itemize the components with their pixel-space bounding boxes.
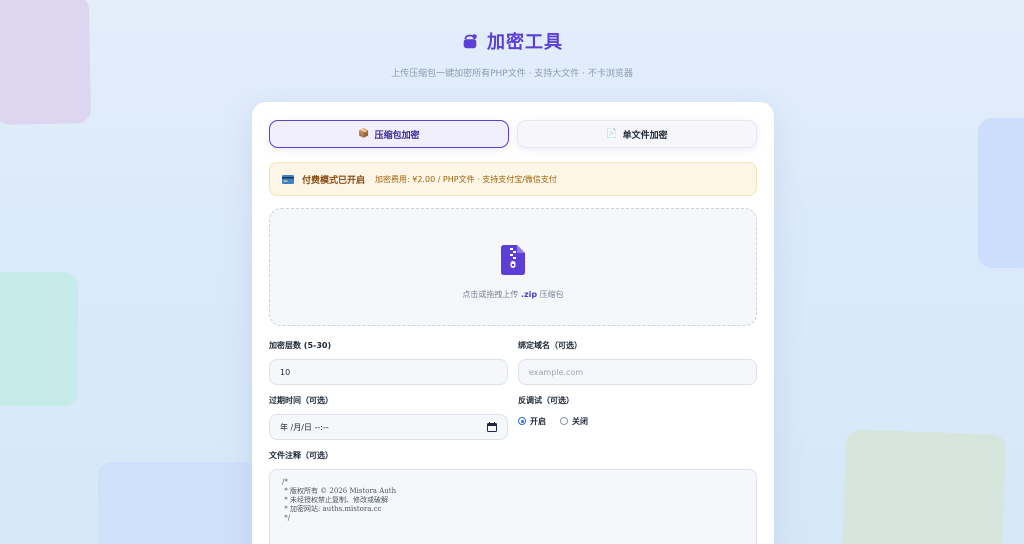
comment-field: 文件注释（可选） /* * 版权所有 © 2026 Mistora Auth *…: [269, 450, 757, 544]
expire-date-value: 年 /月/日 --:--: [280, 422, 329, 432]
comment-label: 文件注释（可选）: [269, 451, 333, 460]
payment-notice: 付费模式已开启 加密费用: ¥2.00 / PHP文件 · 支持支付宝/微信支付: [269, 162, 757, 196]
debug-label: 反调试（可选）: [518, 396, 574, 405]
page-header: 加密工具 上传压缩包一键加密所有PHP文件 · 支持大文件 · 不卡浏览器: [0, 28, 1024, 79]
notice-title: 付费模式已开启: [302, 175, 366, 186]
calendar-icon[interactable]: [487, 422, 497, 432]
tab-label: 压缩包加密: [374, 130, 420, 141]
debug-field: 反调试（可选） 开启 关闭: [518, 395, 757, 440]
layers-field: 加密层数 (5-30) 10: [269, 340, 508, 385]
radio-selected-dot: [518, 417, 526, 425]
expire-field: 过期时间（可选） 年 /月/日 --:--: [269, 395, 508, 440]
layers-input[interactable]: 10: [269, 359, 508, 385]
tab-single-file-encrypt[interactable]: 📄 单文件加密: [517, 120, 757, 148]
decor-square: [841, 429, 1007, 544]
tab-label: 单文件加密: [622, 130, 668, 141]
encrypt-card: 📦 压缩包加密 📄 单文件加密 付费模式已开启 加密费用: ¥2.00 / PH…: [252, 102, 774, 544]
layers-label: 加密层数 (5-30): [269, 341, 332, 350]
options-grid: 加密层数 (5-30) 10 绑定域名（可选） example.com 过期时间…: [269, 340, 757, 440]
domain-field: 绑定域名（可选） example.com: [518, 340, 757, 385]
upload-dropzone[interactable]: 点击或拖拽上传 .zip 压缩包: [269, 208, 757, 326]
dropzone-text: 点击或拖拽上传 .zip 压缩包: [462, 289, 563, 300]
expire-date-input[interactable]: 年 /月/日 --:--: [269, 414, 508, 440]
bag-icon: [463, 34, 477, 49]
radio-dot: [560, 417, 568, 425]
mode-tabs: 📦 压缩包加密 📄 单文件加密: [269, 120, 757, 148]
dropzone-ext: .zip: [520, 289, 538, 299]
credit-card-icon: [282, 174, 294, 184]
debug-radio-group: 开启 关闭: [518, 408, 757, 434]
document-icon: 📄: [606, 129, 618, 139]
tab-zip-encrypt[interactable]: 📦 压缩包加密: [269, 120, 509, 148]
debug-on-label: 开启: [530, 416, 546, 426]
domain-input[interactable]: example.com: [518, 359, 757, 385]
package-icon: 📦: [358, 129, 370, 139]
decor-square: [98, 462, 258, 544]
title-row: 加密工具: [0, 28, 1024, 54]
decor-square: [0, 272, 78, 406]
domain-label: 绑定域名（可选）: [518, 341, 582, 350]
debug-off-label: 关闭: [572, 416, 588, 426]
dropzone-text-before: 点击或拖拽上传: [462, 289, 519, 299]
dropzone-text-after: 压缩包: [539, 289, 564, 299]
zip-file-icon: [501, 244, 525, 275]
notice-text: 加密费用: ¥2.00 / PHP文件 · 支持支付宝/微信支付: [375, 174, 557, 184]
debug-off-radio[interactable]: 关闭: [560, 416, 588, 427]
page-title: 加密工具: [487, 32, 563, 53]
decor-square: [978, 118, 1024, 268]
page-subtitle: 上传压缩包一键加密所有PHP文件 · 支持大文件 · 不卡浏览器: [391, 69, 633, 79]
comment-textarea[interactable]: /* * 版权所有 © 2026 Mistora Auth * 未经授权禁止复制…: [269, 469, 757, 544]
debug-on-radio[interactable]: 开启: [518, 416, 546, 427]
expire-label: 过期时间（可选）: [269, 396, 333, 405]
